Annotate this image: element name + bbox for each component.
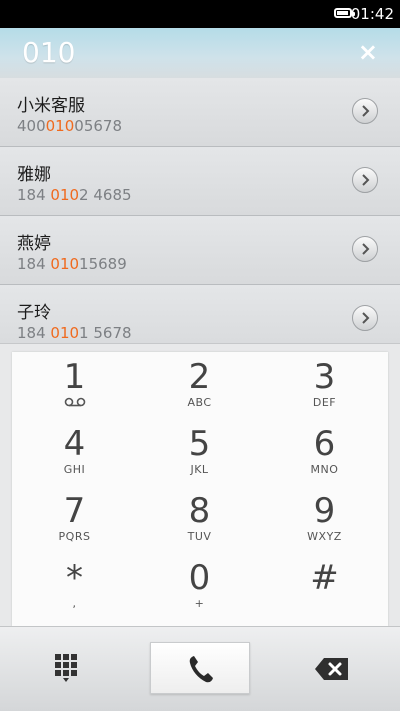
dialer-screen: 010 × 小米客服 40001005678 雅娜 184 0102 4685 … xyxy=(0,28,400,711)
contact-name: 小米客服 xyxy=(17,96,85,116)
contact-name: 雅娜 xyxy=(17,165,51,185)
status-bar: 01:42 xyxy=(0,0,400,28)
backspace-icon[interactable] xyxy=(314,657,350,681)
battery-icon xyxy=(334,8,355,18)
phone-icon xyxy=(189,656,213,683)
key-5[interactable]: 5 JKL xyxy=(137,419,262,486)
dialer-action-bar xyxy=(0,626,400,711)
number-match: 010 xyxy=(50,324,80,342)
key-7[interactable]: 7 PQRS xyxy=(12,486,137,553)
chevron-right-icon[interactable] xyxy=(352,167,378,193)
call-button[interactable] xyxy=(150,642,250,694)
chevron-right-icon[interactable] xyxy=(352,236,378,262)
contact-name: 子玲 xyxy=(17,303,51,323)
voicemail-icon xyxy=(64,397,85,407)
number-match: 010 xyxy=(50,255,80,273)
key-1[interactable]: 1 xyxy=(12,352,137,419)
key-hash[interactable]: # xyxy=(262,553,387,620)
contact-row[interactable]: 小米客服 40001005678 xyxy=(0,78,400,147)
key-2[interactable]: 2 ABC xyxy=(137,352,262,419)
key-4[interactable]: 4 GHI xyxy=(12,419,137,486)
contact-number: 184 0102 4685 xyxy=(17,186,132,204)
key-9[interactable]: 9 WXYZ xyxy=(262,486,387,553)
key-6[interactable]: 6 MNO xyxy=(262,419,387,486)
dialpad-icon[interactable] xyxy=(52,651,80,683)
number-match: 010 xyxy=(50,186,80,204)
key-0[interactable]: 0 + xyxy=(137,553,262,620)
dialpad-keys: 1 2 ABC 3 DEF 4 GHI 5 JKL 6 MNO 7 PQRS 8… xyxy=(12,352,388,627)
contact-row[interactable]: 燕婷 184 01015689 xyxy=(0,216,400,285)
key-star[interactable]: * , xyxy=(12,553,137,620)
key-3[interactable]: 3 DEF xyxy=(262,352,387,419)
key-8[interactable]: 8 TUV xyxy=(137,486,262,553)
dialed-number: 010 xyxy=(22,36,76,69)
contact-row[interactable]: 雅娜 184 0102 4685 xyxy=(0,147,400,216)
number-match: 010 xyxy=(45,117,75,135)
clear-icon[interactable]: × xyxy=(358,38,378,66)
search-header: 010 × xyxy=(0,28,400,78)
chevron-right-icon[interactable] xyxy=(352,305,378,331)
contact-number: 184 01015689 xyxy=(17,255,127,273)
contact-number: 40001005678 xyxy=(17,117,122,135)
chevron-right-icon[interactable] xyxy=(352,98,378,124)
contact-name: 燕婷 xyxy=(17,234,51,254)
status-time: 01:42 xyxy=(350,5,394,23)
contact-number: 184 0101 5678 xyxy=(17,324,132,342)
contact-results: 小米客服 40001005678 雅娜 184 0102 4685 燕婷 184… xyxy=(0,78,400,354)
dialpad: 1 2 ABC 3 DEF 4 GHI 5 JKL 6 MNO 7 PQRS 8… xyxy=(0,343,400,627)
